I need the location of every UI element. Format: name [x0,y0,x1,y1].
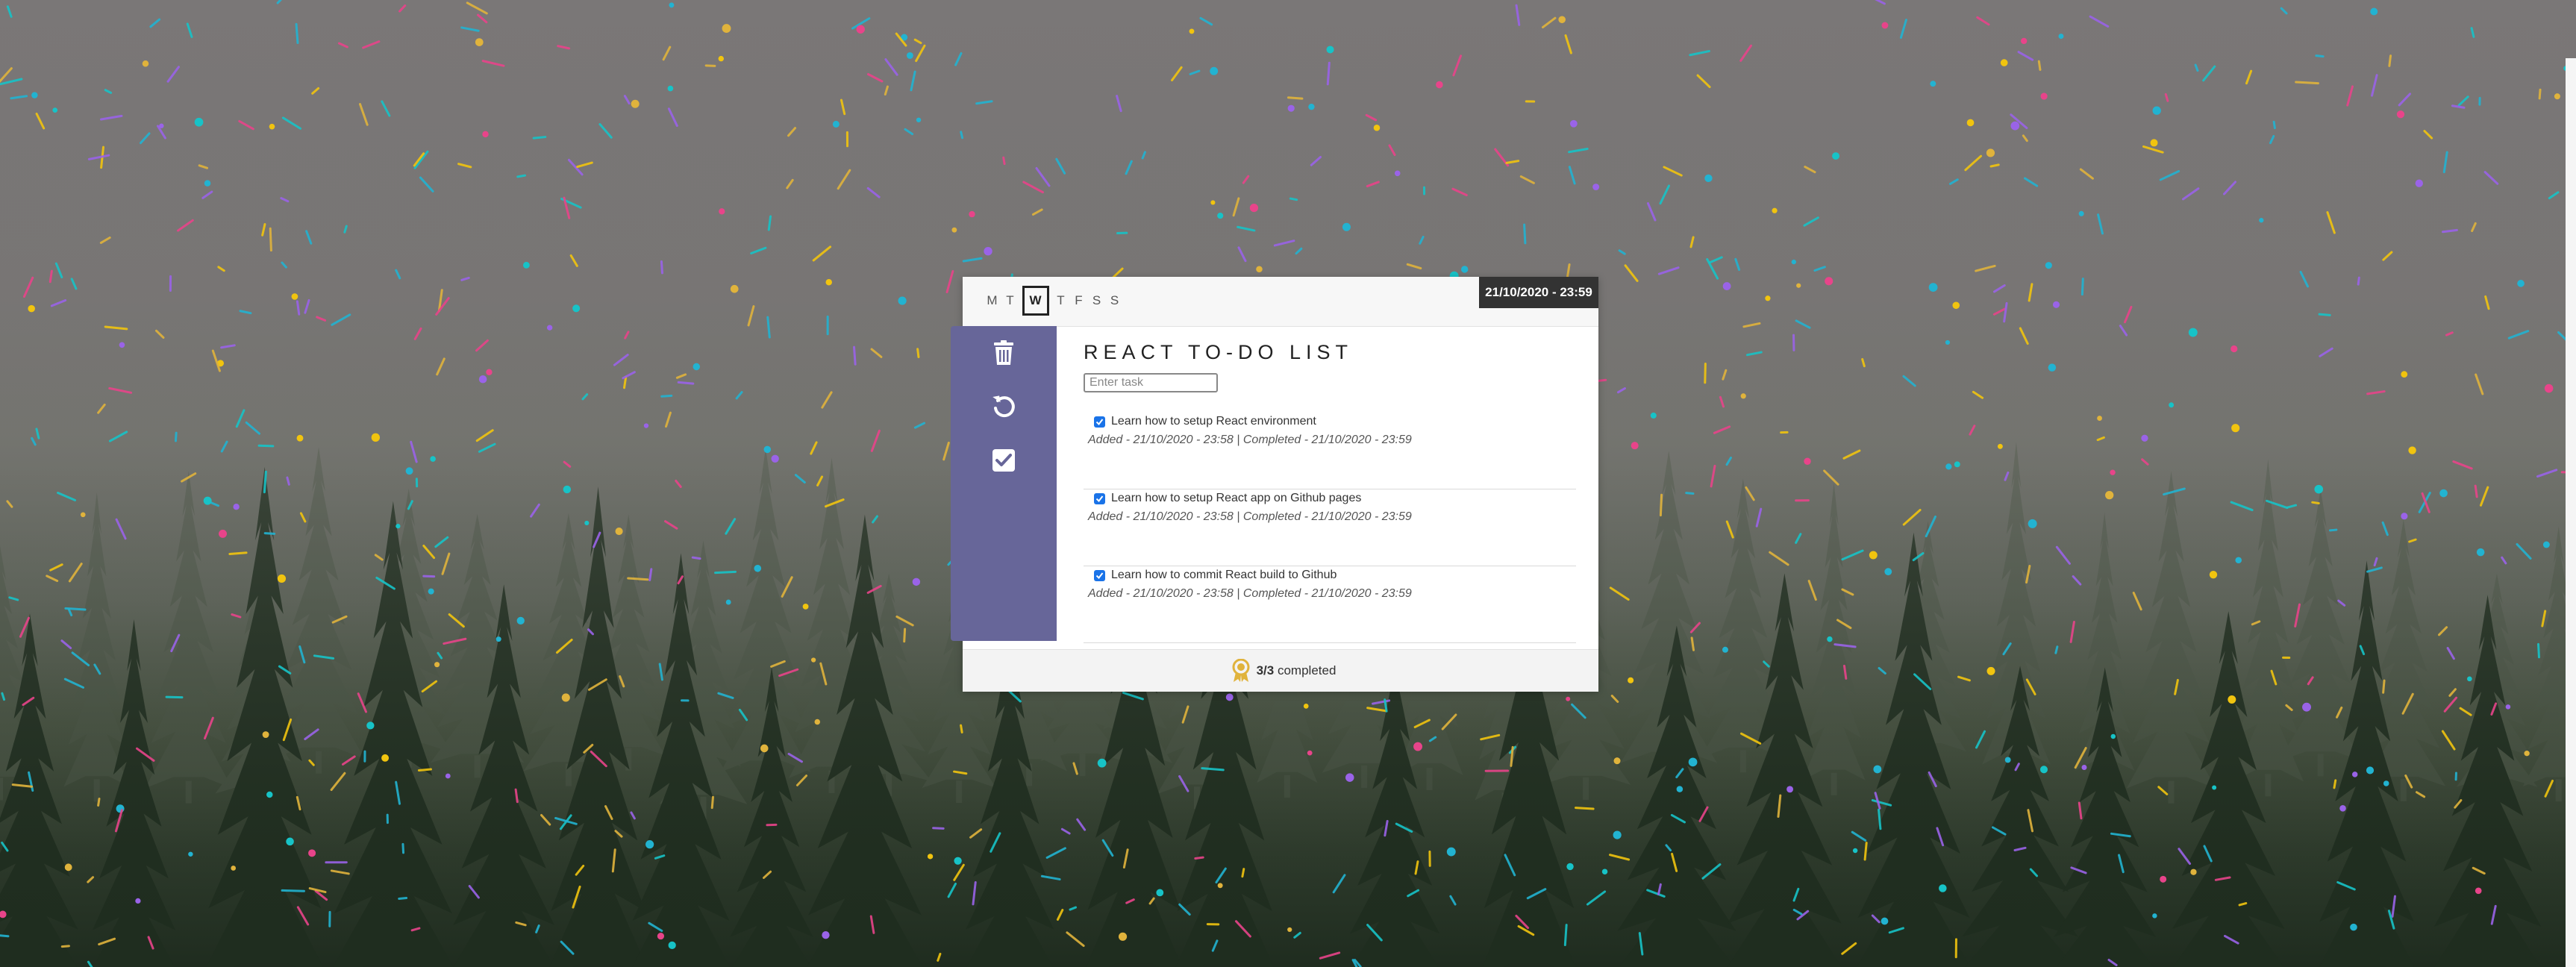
day-monday[interactable]: M [984,286,1001,316]
todo-card: M T W T F S S 21/10/2020 - 23:59 REACT T… [951,277,1598,692]
task-checkbox[interactable] [1094,416,1105,428]
task-item: Learn how to setup React app on Github p… [1084,489,1576,566]
undo-button[interactable] [987,390,1020,423]
datetime-badge: 21/10/2020 - 23:59 [1479,277,1598,308]
complete-all-button[interactable] [987,444,1020,477]
day-sunday[interactable]: S [1106,286,1124,316]
task-meta: Added - 21/10/2020 - 23:58 | Completed -… [1088,434,1412,446]
task-meta: Added - 21/10/2020 - 23:58 | Completed -… [1088,510,1412,523]
delete-button[interactable] [987,337,1020,369]
card-footer: 3/3 completed [963,649,1598,692]
day-friday[interactable]: F [1070,286,1088,316]
undo-icon [992,395,1015,418]
page-scrollbar[interactable] [2566,0,2576,967]
task-meta: Added - 21/10/2020 - 23:58 | Completed -… [1088,587,1412,600]
check-square-icon [992,449,1015,472]
page-title: REACT TO-DO LIST [1084,341,1354,363]
scrollbar-thumb[interactable] [2566,58,2576,967]
trash-icon [994,340,1013,365]
day-thursday[interactable]: T [1052,286,1070,316]
completed-ratio: 3/3 [1256,663,1275,677]
checkmark-icon [1095,495,1104,502]
task-text[interactable]: Learn how to commit React build to Githu… [1111,569,1337,582]
checkmark-icon [1095,418,1104,425]
task-item: Learn how to commit React build to Githu… [1084,566,1576,643]
card-header: M T W T F S S 21/10/2020 - 23:59 [963,277,1598,327]
task-checkbox[interactable] [1094,492,1105,504]
task-list: Learn how to setup React environment Add… [1084,413,1576,643]
day-saturday[interactable]: S [1088,286,1106,316]
main-content: REACT TO-DO LIST Learn how to setup Reac… [1057,326,1598,643]
task-text[interactable]: Learn how to setup React app on Github p… [1111,492,1361,505]
task-item: Learn how to setup React environment Add… [1084,413,1576,489]
completed-count: 3/3 completed [1257,663,1337,678]
task-text[interactable]: Learn how to setup React environment [1111,415,1316,428]
task-input[interactable] [1084,373,1218,392]
day-tuesday[interactable]: T [1001,286,1019,316]
action-sidebar [951,326,1057,641]
weekday-selector: M T W T F S S [984,286,1124,316]
checkmark-icon [1095,572,1104,579]
day-wednesday[interactable]: W [1022,286,1049,316]
award-icon [1232,659,1250,682]
task-checkbox[interactable] [1094,569,1105,581]
completed-label: completed [1277,663,1337,677]
